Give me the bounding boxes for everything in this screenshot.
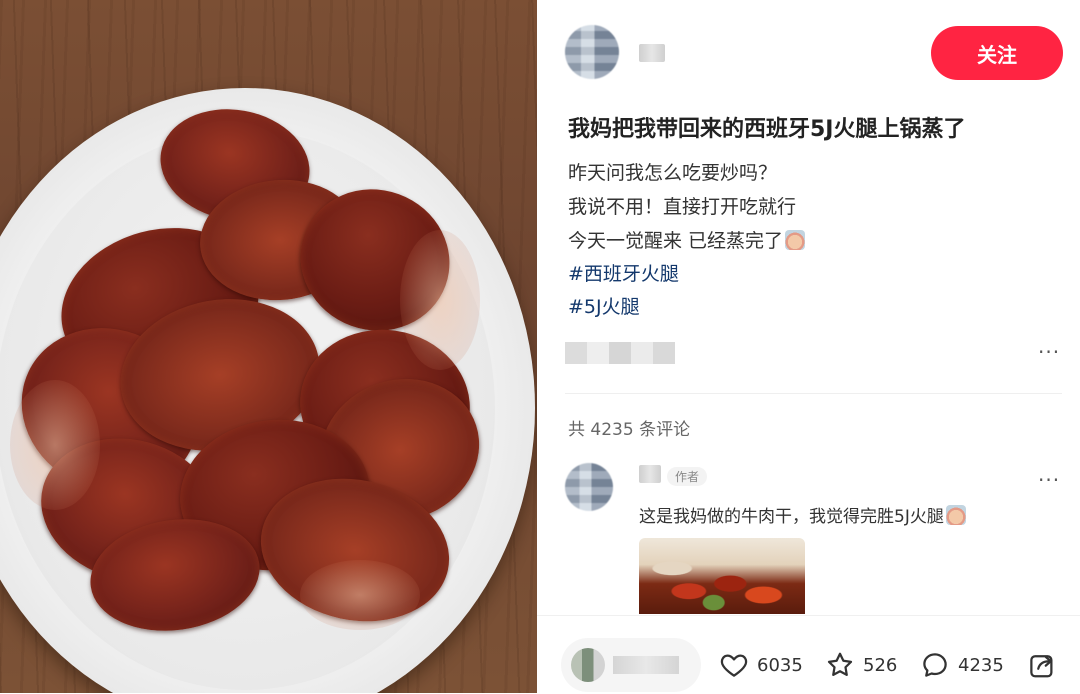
star-icon xyxy=(827,652,853,676)
comment-placeholder xyxy=(613,656,679,674)
hashtag-link[interactable]: #5J火腿 xyxy=(568,292,640,319)
divider xyxy=(565,393,1062,394)
user-avatar xyxy=(571,648,605,682)
like-count: 6035 xyxy=(757,654,803,676)
speech-bubble-icon xyxy=(923,653,947,677)
commenter-avatar[interactable] xyxy=(565,463,613,511)
share-icon[interactable] xyxy=(1027,650,1057,680)
commenter-name[interactable] xyxy=(639,465,661,483)
post-body-line: 我说不用！直接打开吃就行 xyxy=(568,196,797,218)
post-body-line-with-emoji: 今天一觉醒来 已经蒸完了 xyxy=(568,226,806,253)
comment-text-content: 这是我妈做的牛肉干，我觉得完胜5J火腿 xyxy=(639,507,944,527)
comment-text: 这是我妈做的牛肉干，我觉得完胜5J火腿 xyxy=(639,502,966,527)
post-image[interactable] xyxy=(0,0,537,693)
more-options-icon[interactable]: ··· xyxy=(1038,340,1060,364)
post-date xyxy=(565,342,675,364)
author-avatar[interactable] xyxy=(565,25,619,79)
follow-button[interactable]: 关注 xyxy=(931,26,1063,80)
emoji-icon xyxy=(785,230,806,250)
comment-more-icon[interactable]: ··· xyxy=(1038,468,1060,492)
comment-count-toolbar: 4235 xyxy=(958,654,1004,676)
hashtag-link[interactable]: #西班牙火腿 xyxy=(568,259,679,286)
post-body-line: 今天一觉醒来 已经蒸完了 xyxy=(568,230,784,252)
collect-button[interactable]: 526 xyxy=(825,650,897,680)
comment-input[interactable] xyxy=(561,638,701,692)
emoji-icon xyxy=(945,505,966,525)
collect-count: 526 xyxy=(863,654,898,676)
post-body-line: 昨天问我怎么吃要炒吗？ xyxy=(568,162,778,184)
comment-count: 共 4235 条评论 xyxy=(568,420,691,440)
heart-icon xyxy=(720,654,748,677)
post-panel: 关注 我妈把我带回来的西班牙5J火腿上锅蒸了 昨天问我怎么吃要炒吗？ 我说不用！… xyxy=(537,0,1080,694)
author-name[interactable] xyxy=(639,44,665,62)
comment-image[interactable] xyxy=(639,538,805,614)
post-title: 我妈把我带回来的西班牙5J火腿上锅蒸了 xyxy=(568,117,966,142)
comment-button[interactable]: 4235 xyxy=(920,650,1004,680)
engagement-bar: 6035 526 4235 xyxy=(537,615,1080,694)
author-badge: 作者 xyxy=(667,467,708,486)
like-button[interactable]: 6035 xyxy=(719,650,803,680)
